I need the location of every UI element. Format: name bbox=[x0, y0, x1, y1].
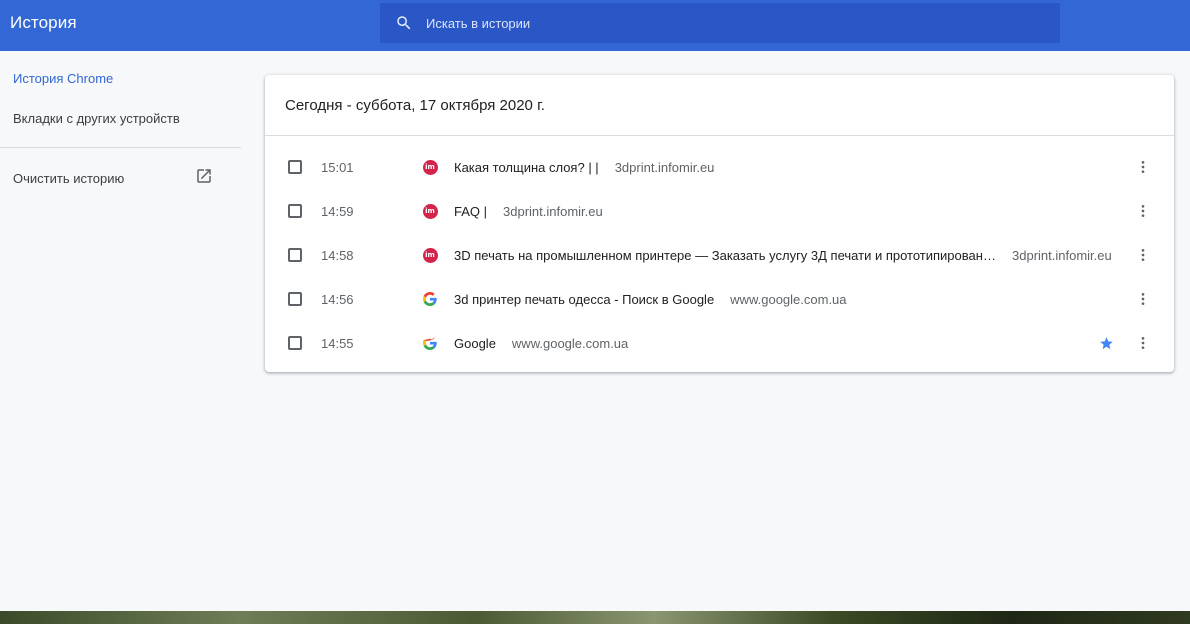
entry-link[interactable]: Какая толщина слоя? | | 3dprint.infomir.… bbox=[454, 160, 714, 175]
infomir-favicon-icon: im bbox=[422, 247, 438, 263]
sidebar-divider bbox=[0, 147, 241, 148]
search-icon[interactable] bbox=[382, 3, 426, 43]
history-entry: 14:55 Google www.google.com.ua bbox=[265, 321, 1174, 365]
entry-link[interactable]: Google www.google.com.ua bbox=[454, 336, 628, 351]
search-bar[interactable] bbox=[380, 3, 1060, 43]
page-title: История bbox=[10, 13, 77, 32]
google-favicon-icon bbox=[422, 291, 438, 307]
entry-time: 14:59 bbox=[321, 203, 354, 219]
entry-title[interactable]: Google bbox=[454, 336, 496, 351]
search-input[interactable] bbox=[426, 3, 1060, 43]
favicon-im-text: im bbox=[422, 247, 438, 263]
entry-domain: 3dprint.infomir.eu bbox=[503, 203, 603, 219]
day-header: Сегодня - суббота, 17 октября 2020 г. bbox=[265, 75, 1174, 136]
entry-checkbox[interactable] bbox=[288, 204, 302, 218]
more-actions-icon[interactable] bbox=[1131, 199, 1155, 223]
favicon-im-text: im bbox=[422, 203, 438, 219]
history-list: 15:01 im Какая толщина слоя? | | 3dprint… bbox=[265, 136, 1174, 365]
desktop-wallpaper-strip bbox=[0, 611, 1190, 624]
entry-time: 14:58 bbox=[321, 247, 354, 263]
entry-domain: www.google.com.ua bbox=[511, 335, 629, 351]
entry-link[interactable]: FAQ | 3dprint.infomir.eu bbox=[454, 204, 603, 219]
more-actions-icon[interactable] bbox=[1131, 243, 1155, 267]
open-in-new-icon bbox=[195, 167, 213, 190]
infomir-favicon-icon: im bbox=[422, 203, 438, 219]
history-entry: 14:56 3d принтер печать одесса - Поиск в… bbox=[265, 277, 1174, 321]
more-actions-icon[interactable] bbox=[1131, 287, 1155, 311]
top-toolbar: История bbox=[0, 0, 1190, 51]
entry-title[interactable]: 3D печать на промышленном принтере — Зак… bbox=[454, 248, 996, 263]
entry-title[interactable]: 3d принтер печать одесса - Поиск в Googl… bbox=[454, 292, 714, 307]
entry-checkbox[interactable] bbox=[288, 336, 302, 350]
history-entry: 15:01 im Какая толщина слоя? | | 3dprint… bbox=[265, 145, 1174, 189]
entry-title[interactable]: FAQ | bbox=[454, 204, 487, 219]
infomir-favicon-icon: im bbox=[422, 159, 438, 175]
entry-domain: 3dprint.infomir.eu bbox=[614, 159, 715, 175]
history-entry: 14:58 im 3D печать на промышленном принт… bbox=[265, 233, 1174, 277]
entry-checkbox[interactable] bbox=[288, 248, 302, 262]
google-favicon-icon bbox=[422, 335, 438, 351]
entry-link[interactable]: 3d принтер печать одесса - Поиск в Googl… bbox=[454, 292, 847, 307]
more-actions-icon[interactable] bbox=[1131, 331, 1155, 355]
entry-time: 14:55 bbox=[321, 335, 354, 351]
sidebar-item-chrome-history[interactable]: История Chrome bbox=[13, 71, 113, 86]
history-entry: 14:59 im FAQ | 3dprint.infomir.eu bbox=[265, 189, 1174, 233]
entry-time: 15:01 bbox=[321, 159, 354, 175]
entry-checkbox[interactable] bbox=[288, 292, 302, 306]
sidebar-item-other-devices[interactable]: Вкладки с других устройств bbox=[13, 111, 180, 126]
entry-checkbox[interactable] bbox=[288, 160, 302, 174]
entry-domain: www.google.com.ua bbox=[730, 291, 847, 307]
entry-title[interactable]: Какая толщина слоя? | | bbox=[454, 160, 599, 175]
clear-history-link[interactable]: Очистить историю bbox=[13, 168, 213, 188]
sidebar: История Chrome Вкладки с других устройст… bbox=[0, 51, 256, 611]
clear-history-label: Очистить историю bbox=[13, 170, 125, 186]
entry-link[interactable]: 3D печать на промышленном принтере — Зак… bbox=[454, 248, 1112, 263]
more-actions-icon[interactable] bbox=[1131, 155, 1155, 179]
entry-domain: 3dprint.infomir.eu bbox=[1012, 247, 1112, 263]
bookmark-star-icon[interactable] bbox=[1098, 335, 1114, 351]
entry-time: 14:56 bbox=[321, 291, 354, 307]
history-day-card: Сегодня - суббота, 17 октября 2020 г. 15… bbox=[265, 75, 1174, 372]
favicon-im-text: im bbox=[422, 159, 438, 175]
